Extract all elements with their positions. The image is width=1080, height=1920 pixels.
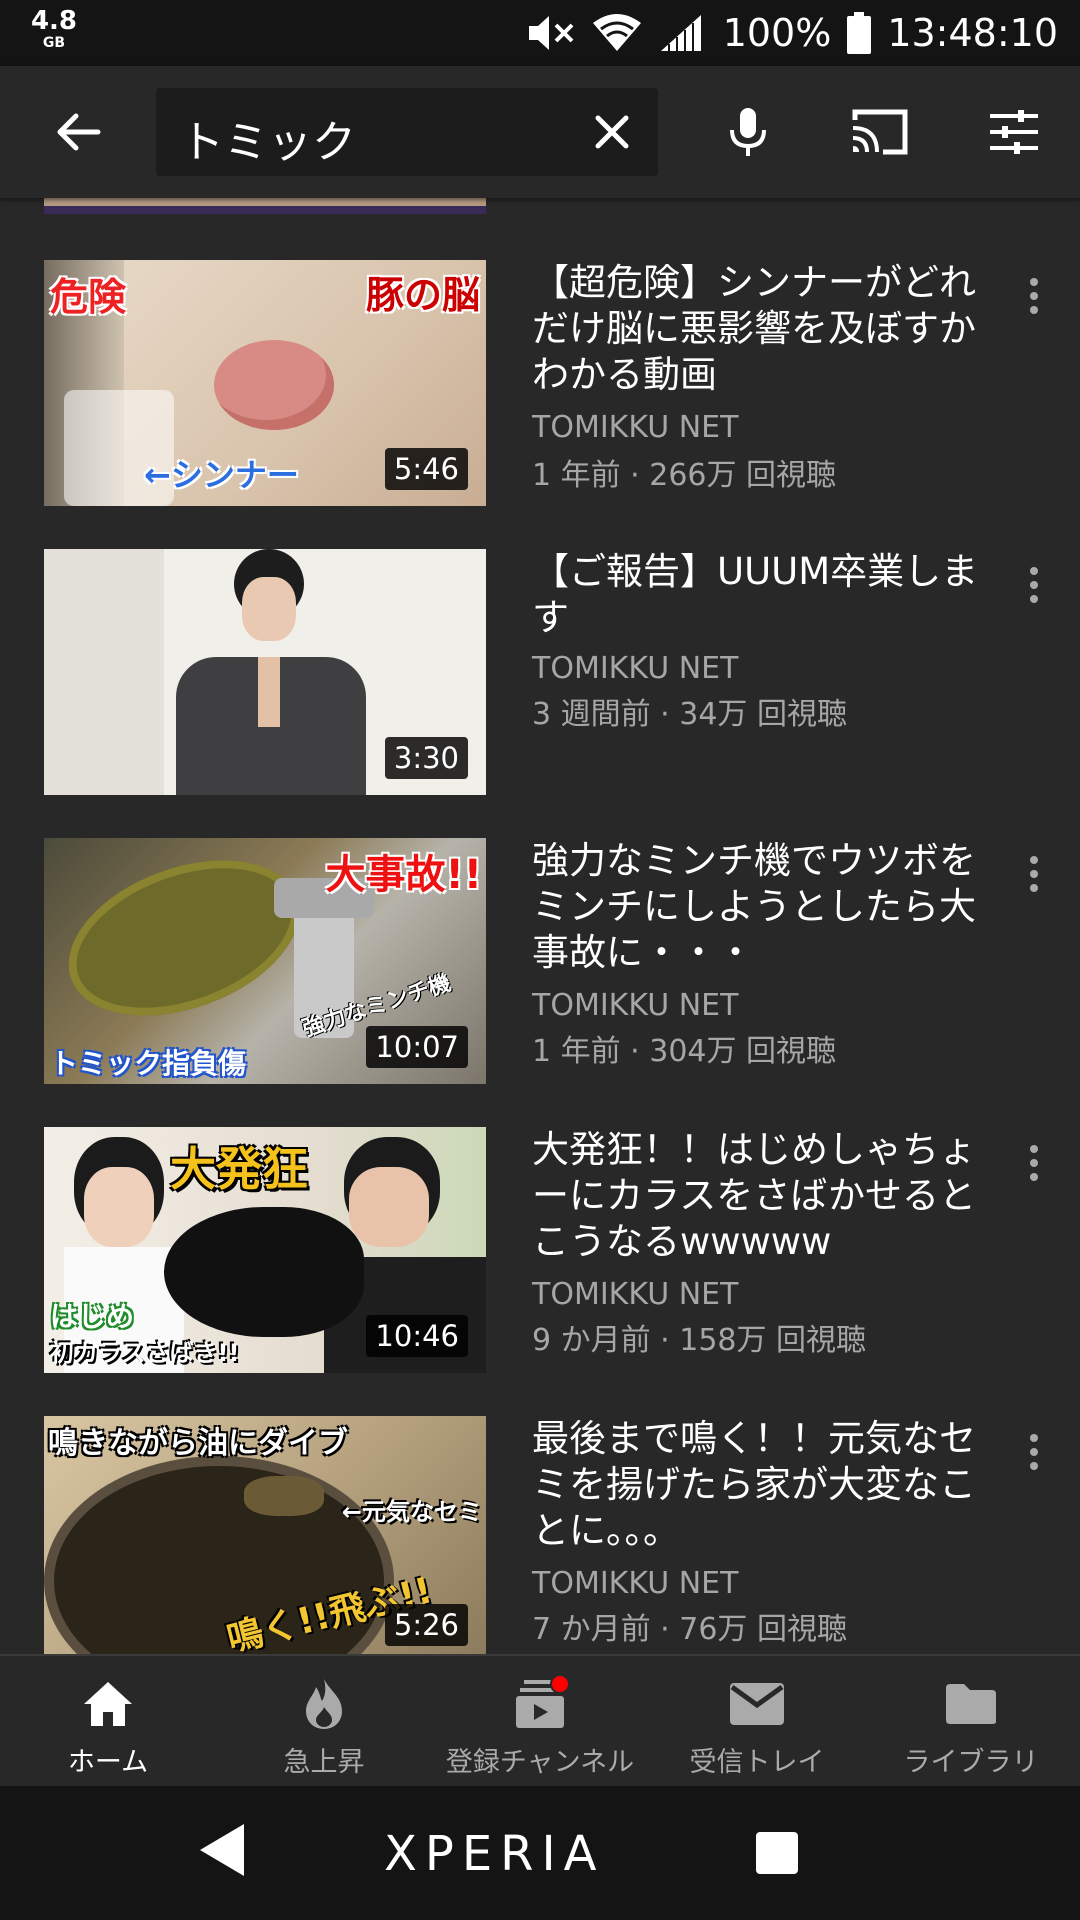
thumbnail-caption: ←元気なセミ <box>341 1498 482 1526</box>
channel-name[interactable]: TOMIKKU NET <box>532 651 738 686</box>
status-bar: 4.8 GB 100% 13:48:10 <box>0 0 1080 66</box>
mute-icon <box>528 16 574 50</box>
thumbnail-caption: はじめ <box>50 1300 135 1333</box>
video-item[interactable]: 危険 豚の脳 ←シンナー 5:46 【超危険】シンナーがどれだけ脳に悪影響を及ぼ… <box>0 260 1080 506</box>
brand-logo: XPERIA <box>384 1826 605 1882</box>
video-thumbnail[interactable]: 大事故!! トミック指負傷 強力なミンチ機 10:07 <box>44 838 486 1084</box>
video-item[interactable]: 大発狂 はじめ 初カラスさばき!! 10:46 大発狂！！はじめしゃちょーにカラ… <box>0 1127 1080 1373</box>
nav-label: 受信トレイ <box>689 1747 825 1778</box>
video-duration: 5:26 <box>384 1604 468 1646</box>
thumbnail-caption: 大発狂 <box>170 1142 308 1196</box>
video-title[interactable]: 【超危険】シンナーがどれだけ脳に悪影響を及ぼすかわかる動画 <box>532 260 982 398</box>
search-results-feed[interactable]: 危険 豚の脳 ←シンナー 5:46 【超危険】シンナーがどれだけ脳に悪影響を及ぼ… <box>0 198 1080 1654</box>
video-item[interactable]: 大事故!! トミック指負傷 強力なミンチ機 10:07 強力なミンチ機でウツボを… <box>0 838 1080 1084</box>
signal-icon <box>660 15 701 51</box>
filter-icon <box>990 110 1038 154</box>
search-header: トミック <box>0 66 1080 198</box>
home-icon <box>84 1682 132 1726</box>
video-duration: 10:46 <box>366 1315 468 1357</box>
partial-thumbnail[interactable] <box>44 198 486 214</box>
nav-recent-icon[interactable] <box>756 1832 798 1874</box>
notification-badge <box>550 1674 570 1694</box>
filter-button[interactable] <box>978 96 1050 168</box>
thumbnail-caption: 鳴きながら油にダイブ <box>48 1426 348 1461</box>
thumbnail-caption: トミック指負傷 <box>50 1047 247 1080</box>
video-thumbnail[interactable]: 危険 豚の脳 ←シンナー 5:46 <box>44 260 486 506</box>
clear-icon <box>595 115 629 149</box>
video-meta: 3 週間前 · 34万 回視聴 <box>532 697 847 732</box>
video-meta: 9 か月前 · 158万 回視聴 <box>532 1323 867 1358</box>
video-title[interactable]: 大発狂！！はじめしゃちょーにカラスをさばかせるとこうなるwwwww <box>532 1127 982 1265</box>
back-button[interactable] <box>42 96 114 168</box>
system-back-button[interactable] <box>196 1820 248 1884</box>
library-folder-icon <box>946 1684 996 1724</box>
memory-value: 4.8 <box>30 6 78 36</box>
nav-label: ライブラリ <box>903 1747 1039 1778</box>
voice-search-button[interactable] <box>712 96 784 168</box>
nav-subscriptions[interactable]: 登録チャンネル <box>430 1656 650 1788</box>
nav-inbox[interactable]: 受信トレイ <box>682 1656 832 1788</box>
video-item[interactable]: 鳴きながら油にダイブ ←元気なセミ 鳴く!!飛ぶ!! 5:26 最後まで鳴く！！… <box>0 1416 1080 1654</box>
back-arrow-icon <box>57 113 101 151</box>
video-duration: 3:30 <box>384 737 468 779</box>
channel-name[interactable]: TOMIKKU NET <box>532 988 738 1023</box>
clock: 13:48:10 <box>887 11 1058 55</box>
video-thumbnail[interactable]: 大発狂 はじめ 初カラスさばき!! 10:46 <box>44 1127 486 1373</box>
memory-indicator: 4.8 GB <box>30 8 78 50</box>
memory-unit: GB <box>42 35 66 51</box>
nav-label: 急上昇 <box>283 1747 365 1778</box>
bottom-navigation: ホーム 急上昇 登録チャンネル 受信トレイ ライブラリ <box>0 1654 1080 1786</box>
wifi-icon <box>592 14 641 51</box>
clear-search-button[interactable] <box>580 100 644 164</box>
trending-flame-icon <box>306 1679 342 1729</box>
video-meta: 7 か月前 · 76万 回視聴 <box>532 1612 847 1647</box>
cast-icon <box>852 109 908 155</box>
channel-name[interactable]: TOMIKKU NET <box>532 1566 738 1601</box>
more-options-button[interactable] <box>1016 1424 1052 1480</box>
more-options-button[interactable] <box>1016 1135 1052 1191</box>
video-title[interactable]: 最後まで鳴く！！元気なセミを揚げたら家が大変なことに。。。 <box>532 1416 982 1554</box>
nav-back-icon <box>200 1824 244 1876</box>
nav-home[interactable]: ホーム <box>40 1656 176 1788</box>
mic-icon <box>730 108 766 156</box>
video-duration: 10:07 <box>366 1026 468 1068</box>
thumbnail-caption: 豚の脳 <box>365 273 480 317</box>
battery-icon <box>847 12 872 54</box>
cast-button[interactable] <box>844 96 916 168</box>
video-item[interactable]: 3:30 【ご報告】UUUM卒業します TOMIKKU NET 3 週間前 · … <box>0 549 1080 795</box>
thumbnail-caption: ←シンナー <box>144 456 299 494</box>
nav-label: ホーム <box>67 1747 149 1778</box>
more-options-button[interactable] <box>1016 846 1052 902</box>
search-query: トミック <box>180 117 356 168</box>
video-title[interactable]: 【ご報告】UUUM卒業します <box>532 549 982 641</box>
more-options-button[interactable] <box>1016 557 1052 613</box>
search-input[interactable]: トミック <box>156 88 658 176</box>
thumbnail-caption: 初カラスさばき!! <box>50 1339 240 1367</box>
video-meta: 1 年前 · 266万 回視聴 <box>532 458 837 493</box>
video-thumbnail[interactable]: 鳴きながら油にダイブ ←元気なセミ 鳴く!!飛ぶ!! 5:26 <box>44 1416 486 1654</box>
nav-trending[interactable]: 急上昇 <box>256 1656 392 1788</box>
system-navigation-bar: XPERIA <box>0 1786 1080 1920</box>
video-meta: 1 年前 · 304万 回視聴 <box>532 1034 837 1069</box>
thumbnail-caption: 大事故!! <box>325 852 482 898</box>
video-thumbnail[interactable]: 3:30 <box>44 549 486 795</box>
channel-name[interactable]: TOMIKKU NET <box>532 1277 738 1312</box>
inbox-mail-icon <box>730 1683 784 1725</box>
video-title[interactable]: 強力なミンチ機でウツボをミンチにしようとしたら大事故に・・・ <box>532 838 982 976</box>
battery-percent: 100% <box>722 11 832 55</box>
video-duration: 5:46 <box>384 448 468 490</box>
nav-library[interactable]: ライブラリ <box>896 1656 1046 1788</box>
nav-label: 登録チャンネル <box>445 1747 635 1778</box>
thumbnail-caption: 危険 <box>50 275 127 319</box>
more-options-button[interactable] <box>1016 268 1052 324</box>
channel-name[interactable]: TOMIKKU NET <box>532 410 738 445</box>
